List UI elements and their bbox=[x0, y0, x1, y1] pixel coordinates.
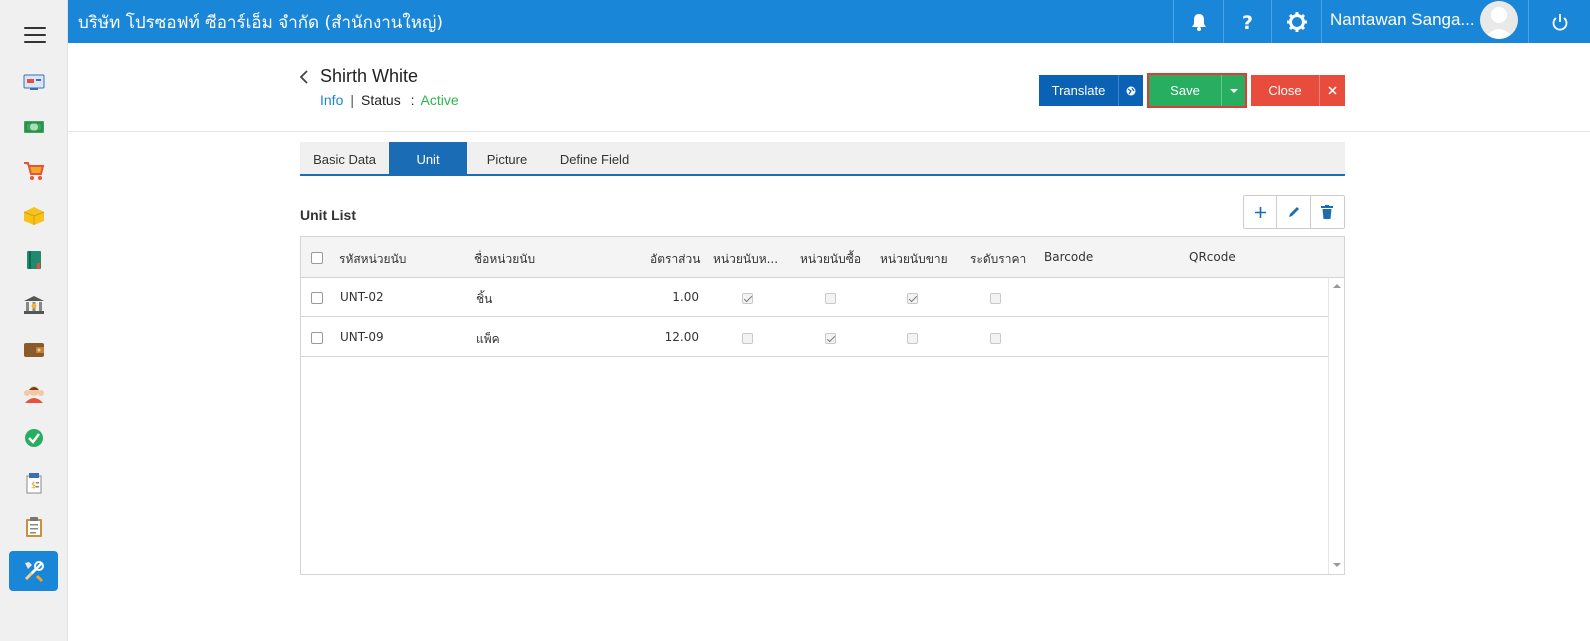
cell-unit-name: ชิ้น bbox=[476, 292, 493, 306]
clipboard-icon[interactable] bbox=[22, 516, 46, 538]
tab-bar: Basic Data Unit Picture Define Field bbox=[300, 142, 1345, 176]
svg-text:$: $ bbox=[31, 481, 37, 491]
col-sell-unit[interactable]: หน่วยนับขาย bbox=[880, 250, 948, 269]
translate-globe-button[interactable] bbox=[1118, 75, 1143, 106]
globe-icon bbox=[1126, 86, 1136, 95]
delete-button[interactable] bbox=[1311, 196, 1344, 228]
col-base-unit[interactable]: หน่วยนับห... bbox=[713, 250, 778, 269]
money-icon[interactable] bbox=[22, 116, 46, 138]
cell-unit-code: UNT-02 bbox=[340, 290, 384, 304]
sidebar: $ bbox=[0, 0, 68, 641]
book-icon[interactable] bbox=[22, 249, 46, 271]
status-label: Status bbox=[361, 92, 401, 108]
separator: | bbox=[350, 92, 354, 108]
trash-icon bbox=[1321, 205, 1334, 219]
top-bar: บริษัท โปรซอฟท์ ซีอาร์เอ็ม จำกัด (สำนักง… bbox=[68, 0, 1590, 43]
cell-unit-code: UNT-09 bbox=[340, 330, 384, 344]
users-icon[interactable] bbox=[22, 383, 46, 405]
col-unit-code[interactable]: รหัสหน่วยนับ bbox=[339, 250, 406, 269]
table-row[interactable]: UNT-09 แพ็ค 12.00 bbox=[301, 318, 1328, 357]
scroll-up-icon[interactable] bbox=[1333, 283, 1341, 289]
notifications-button[interactable] bbox=[1173, 0, 1223, 43]
company-name: บริษัท โปรซอฟท์ ซีอาร์เอ็ม จำกัด (สำนักง… bbox=[78, 13, 444, 33]
close-x-button[interactable] bbox=[1319, 75, 1345, 106]
close-icon bbox=[1328, 86, 1337, 95]
logout-button[interactable] bbox=[1528, 0, 1590, 43]
price-level-checkbox bbox=[990, 293, 1001, 304]
scroll-down-icon[interactable] bbox=[1333, 562, 1341, 568]
tab-basic-data[interactable]: Basic Data bbox=[300, 142, 389, 176]
select-all-checkbox[interactable] bbox=[311, 252, 323, 264]
help-icon: ? bbox=[1242, 12, 1253, 32]
page-title: Shirth White bbox=[320, 66, 419, 86]
edit-button[interactable] bbox=[1277, 196, 1311, 228]
caret-down-icon bbox=[1229, 88, 1238, 93]
buy-unit-checkbox bbox=[825, 333, 836, 344]
cell-ratio: 1.00 bbox=[672, 290, 699, 304]
table-row[interactable]: UNT-02 ชิ้น 1.00 bbox=[301, 278, 1328, 317]
col-ratio[interactable]: อัตราส่วน bbox=[650, 250, 700, 269]
bank-icon[interactable] bbox=[22, 294, 46, 316]
table-header: รหัสหน่วยนับ ชื่อหน่วยนับ อัตราส่วน หน่ว… bbox=[301, 237, 1344, 278]
table-scrollbar[interactable] bbox=[1328, 278, 1344, 574]
back-arrow-icon[interactable] bbox=[298, 69, 310, 85]
col-unit-name[interactable]: ชื่อหน่วยนับ bbox=[474, 250, 535, 269]
list-toolbar bbox=[1243, 195, 1345, 229]
invoice-icon[interactable]: $ bbox=[22, 472, 46, 494]
unit-table: รหัสหน่วยนับ ชื่อหน่วยนับ อัตราส่วน หน่ว… bbox=[300, 236, 1345, 575]
user-name[interactable]: Nantawan Sanga... bbox=[1330, 10, 1475, 30]
box-icon[interactable] bbox=[22, 205, 46, 227]
check-icon[interactable] bbox=[22, 427, 46, 449]
page-header: Shirth White Info | Status : Active Transla… bbox=[68, 43, 1590, 132]
section-title: Unit List bbox=[300, 207, 356, 223]
bell-icon bbox=[1191, 13, 1206, 31]
dashboard-icon[interactable] bbox=[22, 71, 46, 93]
tab-picture[interactable]: Picture bbox=[467, 142, 547, 176]
col-qrcode[interactable]: QRcode bbox=[1189, 250, 1236, 264]
status-badge: Active bbox=[420, 92, 459, 108]
menu-icon[interactable] bbox=[24, 27, 46, 43]
cart-icon[interactable] bbox=[22, 160, 46, 182]
sell-unit-checkbox bbox=[907, 293, 918, 304]
row-checkbox[interactable] bbox=[311, 332, 323, 344]
base-unit-checkbox bbox=[742, 333, 753, 344]
price-level-checkbox bbox=[990, 333, 1001, 344]
tab-define-field[interactable]: Define Field bbox=[547, 142, 642, 176]
status-colon: : bbox=[410, 92, 415, 108]
sell-unit-checkbox bbox=[907, 333, 918, 344]
gear-icon bbox=[1286, 11, 1307, 32]
help-button[interactable]: ? bbox=[1223, 0, 1271, 43]
col-price-level[interactable]: ระดับราคา bbox=[970, 250, 1026, 269]
info-link[interactable]: Info bbox=[320, 92, 343, 108]
cell-unit-name: แพ็ค bbox=[476, 332, 500, 346]
status-line: Info | Status : Active bbox=[320, 92, 459, 108]
save-dropdown-button[interactable] bbox=[1221, 75, 1245, 106]
cell-ratio: 12.00 bbox=[664, 330, 699, 344]
translate-button[interactable]: Translate bbox=[1039, 75, 1118, 106]
close-button[interactable]: Close bbox=[1251, 75, 1319, 106]
col-buy-unit[interactable]: หน่วยนับซื้อ bbox=[800, 250, 861, 269]
save-button[interactable]: Save bbox=[1149, 75, 1221, 106]
add-button[interactable] bbox=[1244, 196, 1278, 228]
settings-button[interactable] bbox=[1271, 0, 1321, 43]
base-unit-checkbox bbox=[742, 293, 753, 304]
tab-unit[interactable]: Unit bbox=[389, 142, 467, 176]
wallet-icon[interactable] bbox=[22, 338, 46, 360]
row-checkbox[interactable] bbox=[311, 292, 323, 304]
col-barcode[interactable]: Barcode bbox=[1044, 250, 1093, 264]
settings-tools-icon[interactable] bbox=[9, 551, 58, 591]
svg-text:?: ? bbox=[1242, 12, 1253, 32]
power-icon bbox=[1552, 13, 1567, 31]
avatar[interactable] bbox=[1480, 1, 1518, 39]
buy-unit-checkbox bbox=[825, 293, 836, 304]
plus-icon bbox=[1254, 206, 1266, 218]
pencil-icon bbox=[1288, 207, 1299, 217]
